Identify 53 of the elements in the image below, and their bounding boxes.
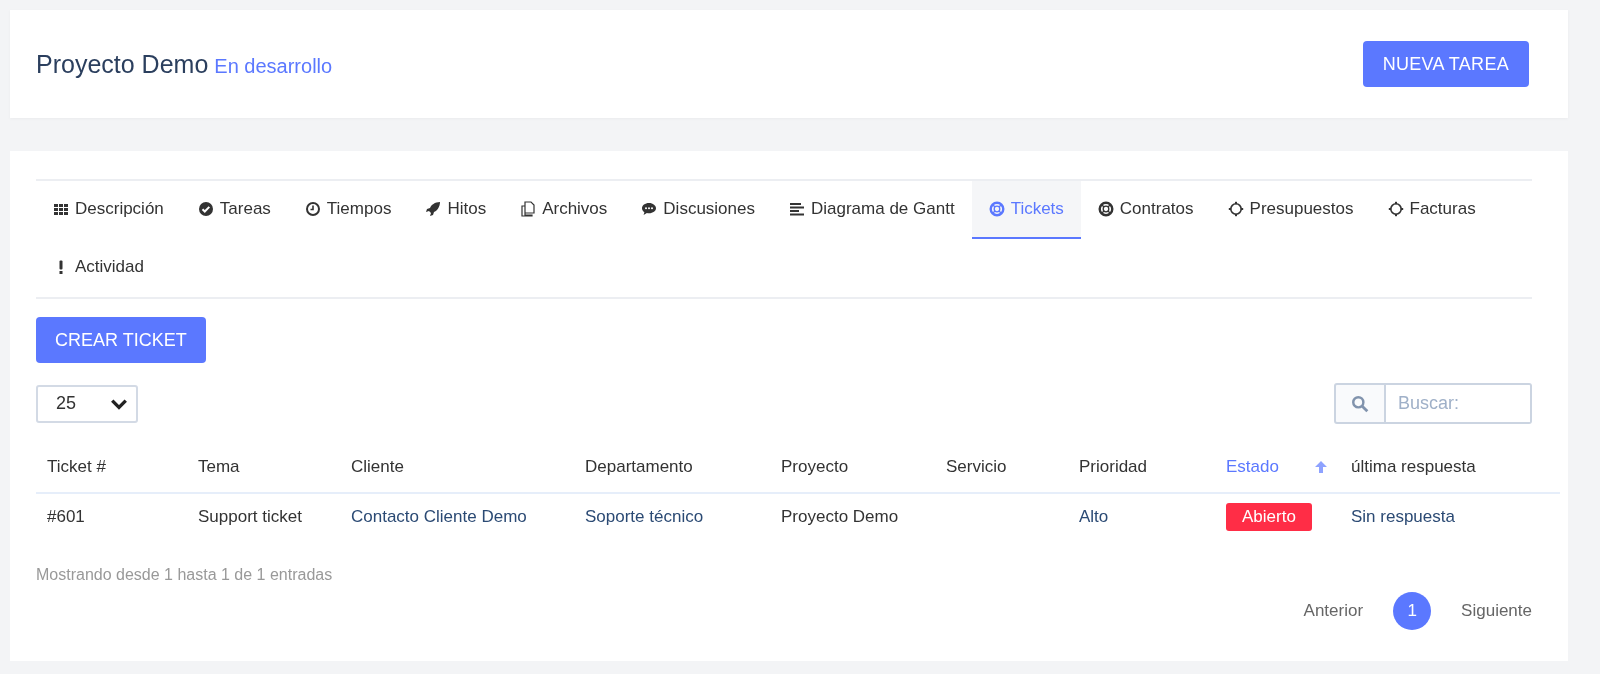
column-header[interactable]: Proyecto xyxy=(781,457,849,476)
tab[interactable]: Tareas xyxy=(180,181,288,239)
lifebuoy-icon xyxy=(1097,201,1114,217)
search-field[interactable]: Buscar: xyxy=(1386,383,1532,424)
column-header[interactable]: última respuesta xyxy=(1351,457,1476,476)
tab[interactable]: Contratos xyxy=(1080,181,1211,239)
column-header[interactable]: Servicio xyxy=(946,457,1007,476)
lines-icon xyxy=(789,201,805,217)
page-size-select[interactable]: 25 xyxy=(36,384,138,423)
project-status: En desarrollo xyxy=(214,54,333,77)
project-title: Proyecto Demo xyxy=(36,49,209,78)
tab[interactable]: Discusiones xyxy=(624,181,772,239)
clock-icon xyxy=(304,201,321,217)
table-cell: Support ticket xyxy=(198,507,302,526)
tab[interactable]: Diagrama de Gantt xyxy=(772,181,972,239)
column-header[interactable]: Estado xyxy=(1226,457,1279,477)
sort-arrow-icon xyxy=(1313,459,1329,475)
page-button[interactable]: 1 xyxy=(1393,592,1432,630)
tab[interactable]: Archivos xyxy=(503,181,625,239)
gear-icon xyxy=(1387,201,1404,217)
cell-link[interactable]: Soporte técnico xyxy=(585,507,704,526)
column-header[interactable]: Tema xyxy=(198,457,240,476)
speech-bubble-icon xyxy=(641,201,658,217)
table-cell: #601 xyxy=(47,507,85,526)
search-icon xyxy=(1351,394,1369,413)
cell-link[interactable]: Sin respuesta xyxy=(1351,507,1455,526)
column-header[interactable]: Cliente xyxy=(351,457,404,476)
previous-link[interactable]: Anterior xyxy=(1303,601,1364,621)
status-badge: Abierto xyxy=(1226,503,1312,531)
search-button[interactable] xyxy=(1334,383,1386,424)
tab[interactable]: Facturas xyxy=(1370,181,1493,239)
tab[interactable]: Hitos xyxy=(408,181,504,239)
tab[interactable]: Tiempos xyxy=(287,181,409,239)
rocket-icon xyxy=(425,201,442,217)
column-header[interactable]: Ticket # xyxy=(47,457,106,476)
tab[interactable]: Tickets xyxy=(971,181,1081,239)
gear-icon xyxy=(1227,201,1244,217)
tab[interactable]: Presupuestos xyxy=(1210,181,1371,239)
copy-icon xyxy=(520,201,537,217)
tab[interactable]: Actividad xyxy=(36,239,161,297)
check-circle-icon xyxy=(197,201,214,217)
entries-info: Mostrando desde 1 hasta 1 de 1 entradas xyxy=(36,566,334,584)
next-link[interactable]: Siguiente xyxy=(1461,601,1532,621)
cell-link[interactable]: Alto xyxy=(1079,507,1109,526)
column-header[interactable]: Departamento xyxy=(585,457,693,476)
lifebuoy-icon xyxy=(988,201,1005,217)
table-cell: Proyecto Demo xyxy=(781,507,899,526)
new-task-button[interactable]: NUEVA TAREA xyxy=(1362,41,1529,87)
cell-link[interactable]: Contacto Cliente Demo xyxy=(351,507,527,526)
tab[interactable]: Descripción xyxy=(36,181,181,239)
grid-icon xyxy=(53,201,69,217)
create-ticket-button[interactable]: CREAR TICKET xyxy=(36,317,206,363)
column-header[interactable]: Prioridad xyxy=(1079,457,1148,476)
